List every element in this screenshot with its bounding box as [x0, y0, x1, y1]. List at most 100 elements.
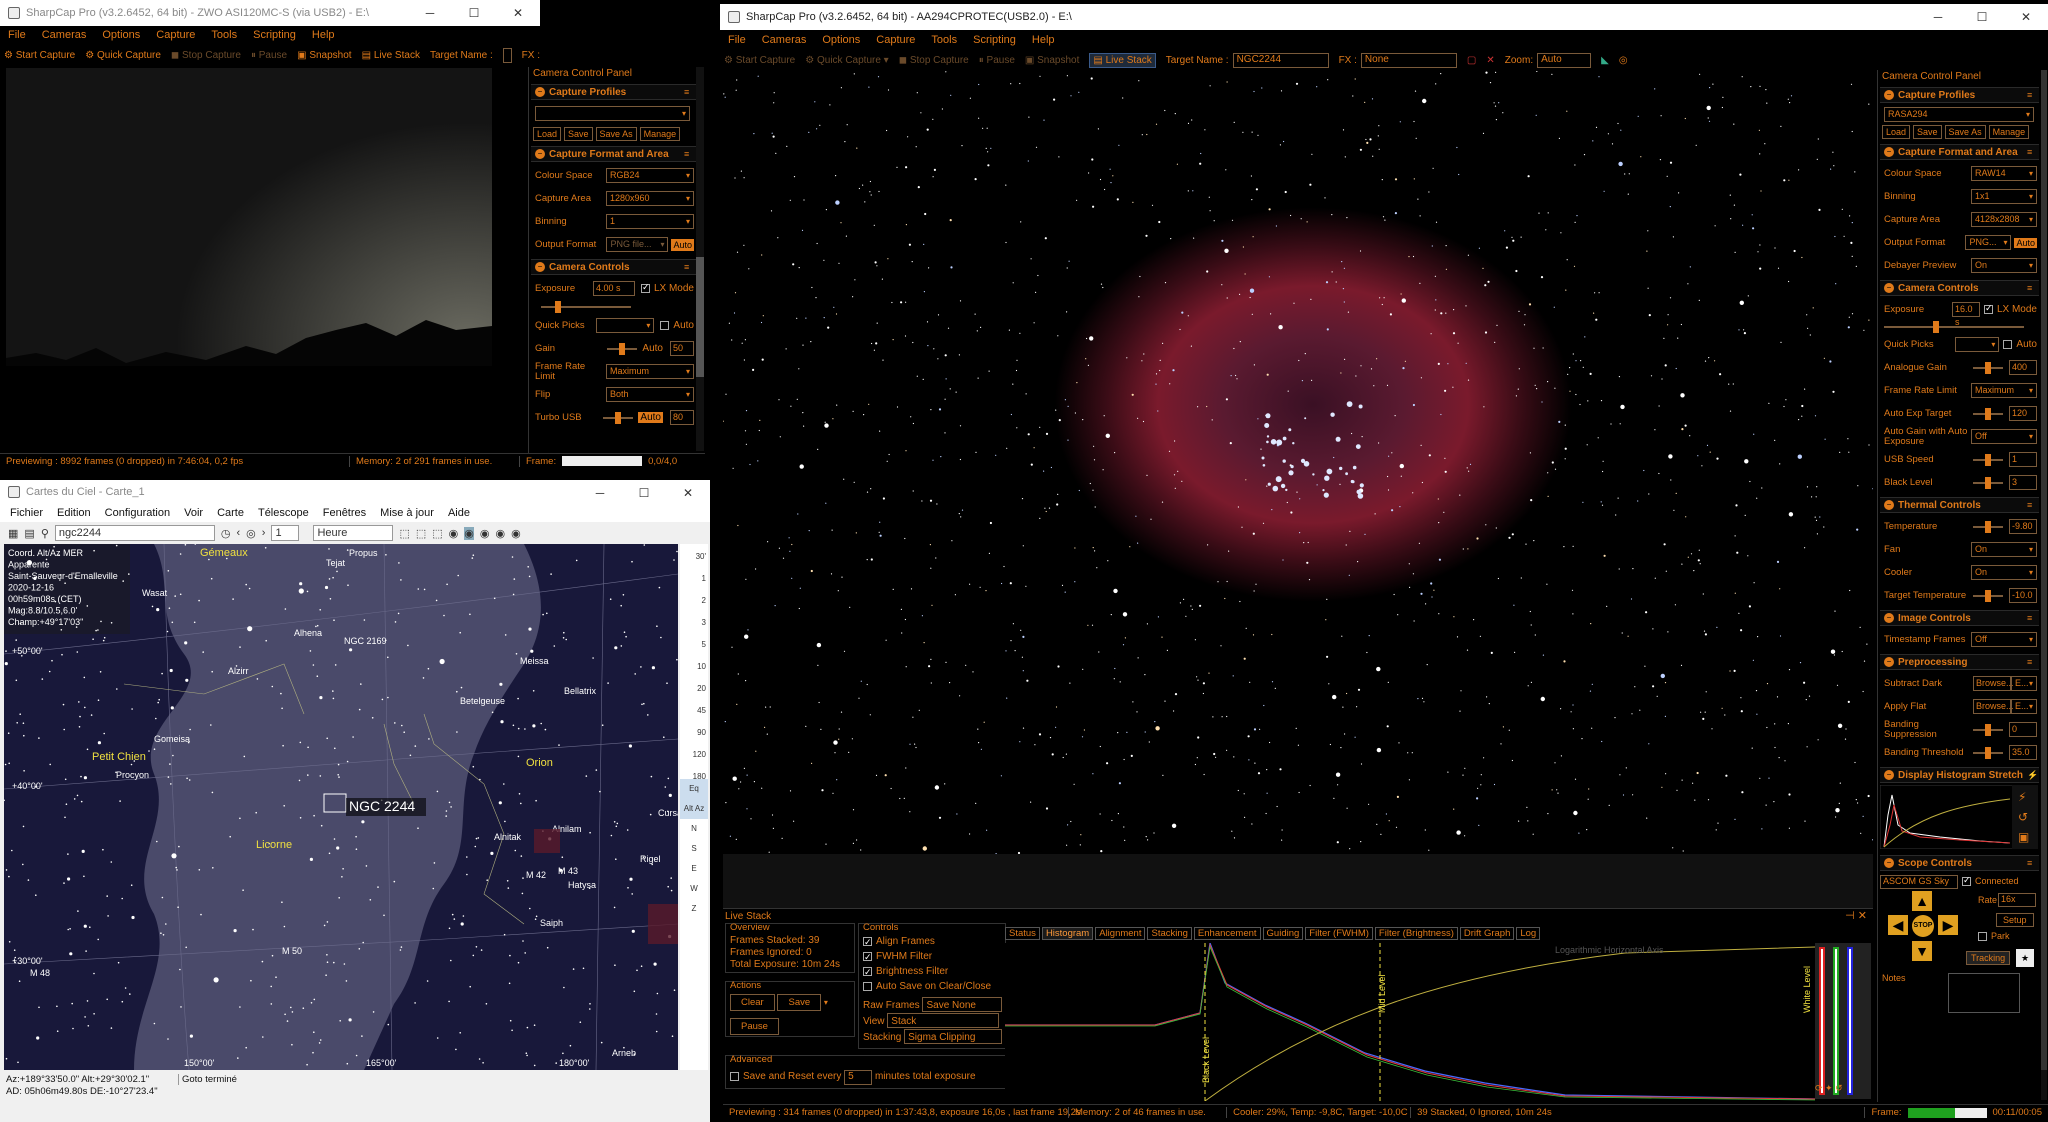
step-input[interactable]: 1: [271, 525, 300, 541]
tab-drift-graph[interactable]: Drift Graph: [1459, 927, 1515, 940]
row-select[interactable]: Off: [1971, 429, 2037, 444]
raw-frames-select[interactable]: Save None: [922, 997, 1003, 1012]
display-histogram[interactable]: ⚡ ↺ ▣: [1879, 784, 2039, 850]
gain-slider[interactable]: [607, 342, 638, 355]
stack-pause-button[interactable]: Pause: [730, 1018, 779, 1035]
capture-format-header[interactable]: − Capture Format and Area ≡: [531, 146, 696, 162]
star-icon[interactable]: ★: [2016, 949, 2034, 967]
cdc-menu-fichier[interactable]: Fichier: [10, 507, 43, 519]
preprocessing-header[interactable]: − Preprocessing ≡: [1880, 654, 2039, 670]
orientation-button[interactable]: Z: [680, 899, 708, 919]
orientation-button[interactable]: N: [680, 819, 708, 839]
stop-button[interactable]: STOP: [1912, 915, 1934, 937]
clear-button[interactable]: Clear: [730, 994, 775, 1011]
auto-save-checkbox[interactable]: Auto Save on Clear/Close: [863, 979, 1002, 994]
mount-select[interactable]: ASCOM GS Sky: [1880, 875, 1958, 889]
row-value-input[interactable]: 35.0: [2009, 745, 2037, 760]
row-slider[interactable]: [1973, 589, 2003, 602]
main-menu-scripting[interactable]: Scripting: [973, 34, 1016, 46]
main-menu-help[interactable]: Help: [1032, 34, 1055, 46]
row-select[interactable]: 1x1: [1971, 189, 2037, 204]
auto-button[interactable]: Auto: [2014, 237, 2037, 248]
save-button[interactable]: Save: [564, 127, 593, 141]
exposure-input[interactable]: 4.00 s: [592, 281, 635, 296]
zoom-scale-tick[interactable]: 90: [697, 728, 706, 737]
browse-button[interactable]: Browse...: [1973, 699, 2014, 714]
view-select[interactable]: Stack: [887, 1013, 1000, 1028]
auto-button[interactable]: Auto: [671, 238, 694, 251]
row-slider[interactable]: [1973, 361, 2003, 374]
cdc-menu-telescope[interactable]: Télescope: [258, 507, 309, 519]
menu-help[interactable]: Help: [312, 29, 335, 41]
live-image[interactable]: [723, 71, 1873, 854]
tool-icon-7[interactable]: ◉: [495, 527, 505, 540]
fwhm-filter-checkbox[interactable]: FWHM Filter: [863, 949, 1002, 965]
main-capture-format-header[interactable]: − Capture Format and Area ≡: [1880, 144, 2039, 160]
row-select[interactable]: On: [1971, 565, 2037, 580]
row-select[interactable]: RAW14: [1971, 166, 2037, 181]
maximize-icon[interactable]: ☐: [452, 0, 496, 26]
main-lx-mode-checkbox[interactable]: [1983, 303, 1993, 314]
zoom-scale-tick[interactable]: 45: [697, 706, 706, 715]
row-value-input[interactable]: 120: [2009, 406, 2037, 421]
row-select[interactable]: 4128x2808: [1971, 212, 2037, 227]
main-snapshot-button[interactable]: ▣ Snapshot: [1025, 55, 1080, 66]
menu-options[interactable]: Options: [102, 29, 140, 41]
zoom-scale-tick[interactable]: 3: [702, 618, 706, 627]
main-menu-capture[interactable]: Capture: [876, 34, 915, 46]
main-menu-file[interactable]: File: [728, 34, 746, 46]
row-slider[interactable]: [1973, 453, 2003, 466]
setup-button[interactable]: Setup: [1996, 913, 2034, 927]
cdc-menu-edition[interactable]: Edition: [57, 507, 91, 519]
cdc-menu-fenetres[interactable]: Fenêtres: [323, 507, 366, 519]
save-as-button[interactable]: Save As: [595, 127, 637, 141]
row-slider[interactable]: [1973, 407, 2003, 420]
start-capture-button[interactable]: ⚙ Start Capture: [4, 50, 75, 61]
orientation-button[interactable]: W: [680, 879, 708, 899]
row-select[interactable]: E...: [2011, 676, 2037, 691]
zoom-scale-tick[interactable]: 30': [696, 552, 706, 561]
cdc-search-input[interactable]: ngc2244: [54, 525, 215, 541]
main-manage-button[interactable]: Manage: [1988, 125, 2030, 139]
row-value-input[interactable]: 400: [2009, 360, 2037, 375]
west-arrow-icon[interactable]: ◀: [1888, 915, 1908, 935]
flip-select[interactable]: Both: [606, 387, 694, 402]
scope-controls-header[interactable]: − Scope Controls ≡: [1880, 855, 2039, 871]
orientation-button[interactable]: Eq: [680, 779, 708, 799]
main-quick-picks-select[interactable]: [1955, 337, 2000, 352]
forward-icon[interactable]: ›: [262, 527, 266, 539]
main-target-input[interactable]: NGC2244: [1232, 52, 1329, 68]
row-value-input[interactable]: -10.0: [2009, 588, 2037, 603]
stack-save-button[interactable]: Save: [777, 994, 822, 1011]
cdc-menu-aide[interactable]: Aide: [448, 507, 470, 519]
menu-capture[interactable]: Capture: [156, 29, 195, 41]
close-icon[interactable]: ✕: [496, 0, 540, 26]
park-checkbox[interactable]: [1978, 932, 1987, 942]
orientation-button[interactable]: E: [680, 859, 708, 879]
row-value-input[interactable]: 1: [2009, 452, 2037, 467]
row-slider[interactable]: [1973, 746, 2003, 759]
south-arrow-icon[interactable]: ▼: [1912, 941, 1932, 961]
tool-icon-1[interactable]: ⬚: [399, 527, 409, 540]
save-reset-input[interactable]: 5: [844, 1070, 873, 1085]
crosshair-icon[interactable]: ✕: [1486, 55, 1494, 66]
tab-filter-brightness[interactable]: Filter (Brightness): [1374, 927, 1458, 940]
orientation-button[interactable]: Alt Az: [680, 799, 708, 819]
cdc-menu-voir[interactable]: Voir: [184, 507, 203, 519]
tab-filter-fwhm[interactable]: Filter (FWHM): [1305, 927, 1373, 940]
profile-select[interactable]: [535, 106, 690, 121]
tab-log[interactable]: Log: [1516, 927, 1541, 940]
row-value-input[interactable]: 0: [2009, 722, 2037, 737]
cdc-close-icon[interactable]: ✕: [666, 480, 710, 506]
grid-icon[interactable]: ▢: [1467, 55, 1476, 66]
tool-icon-4[interactable]: ◉: [449, 527, 459, 540]
minimize-icon[interactable]: ─: [408, 0, 452, 26]
main-maximize-icon[interactable]: ☐: [1960, 4, 2004, 30]
main-quick-capture-button[interactable]: ⚙ Quick Capture ▾: [805, 55, 888, 66]
main-exposure-input[interactable]: 16.0 s: [1951, 302, 1980, 327]
row-slider[interactable]: [1973, 723, 2003, 736]
rgb-level-sliders[interactable]: ⟳ ✦ ↺: [1815, 943, 1871, 1099]
time-unit-select[interactable]: Heure: [313, 525, 394, 541]
tool-icon-6[interactable]: ◉: [480, 527, 490, 540]
tab-enhancement[interactable]: Enhancement: [1193, 927, 1261, 940]
